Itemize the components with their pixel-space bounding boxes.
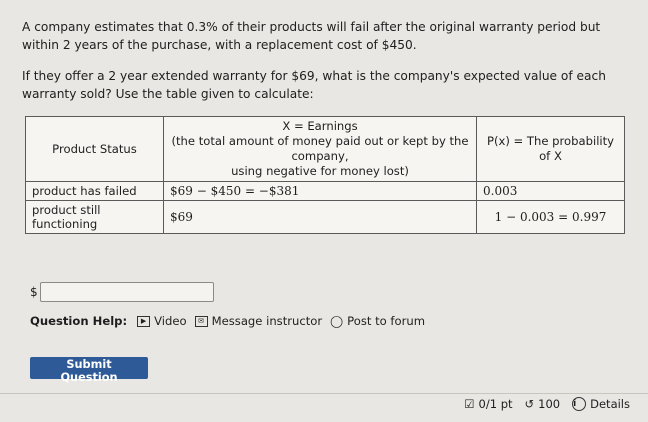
- answer-input[interactable]: [39, 282, 214, 302]
- video-label: Video: [154, 314, 187, 328]
- question-text: A company estimates that 0.3% of their p…: [22, 18, 622, 103]
- message-instructor-link[interactable]: ✉ Message instructor: [194, 314, 323, 328]
- header-earnings: X = Earnings (the total amount of money …: [163, 116, 477, 182]
- post-to-forum-link[interactable]: ◯ Post to forum: [330, 314, 425, 328]
- attempts: ↺ 100: [525, 397, 561, 411]
- checkbox-icon: ☑: [464, 397, 475, 411]
- details-link[interactable]: i Details: [572, 397, 630, 411]
- row-probability: 1 − 0.003 = 0.997: [476, 200, 625, 234]
- table-header-row: Product Status X = Earnings (the total a…: [25, 116, 625, 182]
- question-help: Question Help: ▶ Video ✉ Message instruc…: [30, 314, 425, 328]
- retry-icon: ↺: [524, 397, 535, 411]
- header-earnings-note: using negative for money lost): [231, 164, 409, 178]
- details-label: Details: [590, 397, 630, 411]
- info-icon: i: [572, 397, 587, 411]
- question-help-label: Question Help:: [30, 314, 128, 328]
- mail-icon: ✉: [194, 315, 208, 327]
- post-to-forum-label: Post to forum: [347, 314, 426, 328]
- header-probability: P(x) = The probability of X: [476, 116, 625, 182]
- question-paragraph-1: A company estimates that 0.3% of their p…: [22, 20, 601, 52]
- video-icon: ▶: [137, 315, 151, 327]
- submit-question-button[interactable]: Submit Question: [30, 357, 148, 384]
- score-label: 0/1 pt: [478, 397, 513, 411]
- speech-bubble-icon: ◯: [330, 314, 344, 328]
- video-link[interactable]: ▶ Video: [137, 314, 187, 328]
- header-product-status: Product Status: [25, 116, 164, 182]
- dollar-prefix: $: [30, 285, 38, 299]
- row-earnings: $69 − $450 = −$381: [163, 181, 477, 201]
- footer: ☑ 0/1 pt ↺ 100 i Details: [464, 397, 630, 411]
- row-earnings: $69: [163, 200, 477, 234]
- attempts-count: 100: [538, 397, 561, 411]
- answer-row: $: [30, 282, 214, 302]
- header-earnings-title: X = Earnings: [282, 119, 358, 133]
- message-instructor-label: Message instructor: [211, 314, 323, 328]
- question-paragraph-2: If they offer a 2 year extended warranty…: [22, 69, 606, 101]
- row-status: product still functioning: [25, 200, 164, 234]
- footer-divider: [0, 393, 648, 394]
- score: ☑ 0/1 pt: [464, 397, 512, 411]
- earnings-table: Product Status X = Earnings (the total a…: [25, 116, 625, 234]
- row-status: product has failed: [25, 181, 164, 201]
- row-probability: 0.003: [476, 181, 625, 201]
- table-row: product has failed $69 − $450 = −$381 0.…: [25, 181, 625, 201]
- table-row: product still functioning $69 1 − 0.003 …: [25, 200, 625, 234]
- header-earnings-desc: (the total amount of money paid out or k…: [171, 134, 469, 163]
